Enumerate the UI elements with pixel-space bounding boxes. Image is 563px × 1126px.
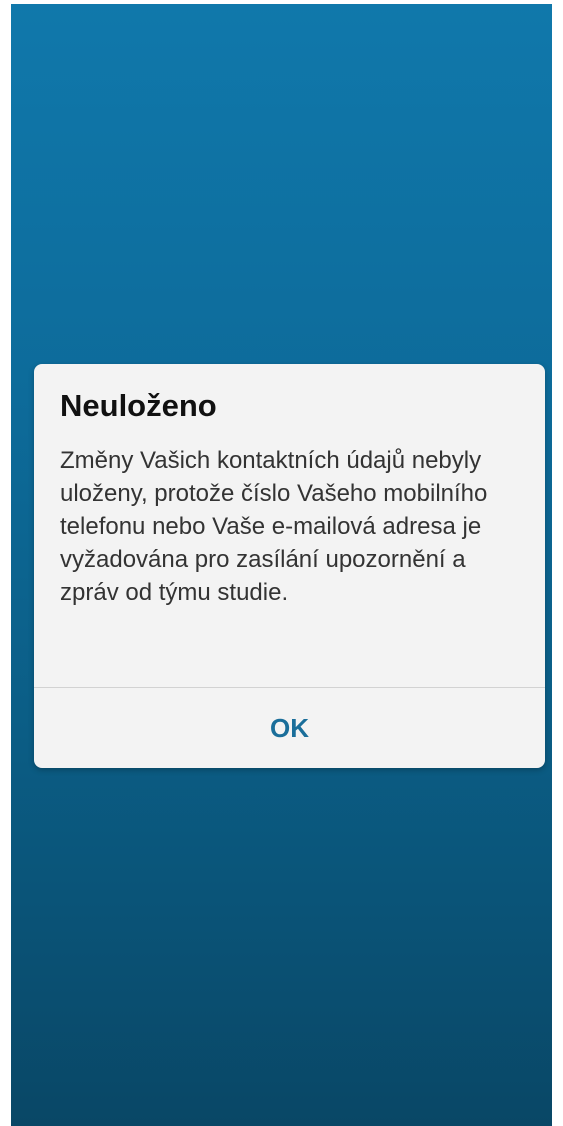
- dialog-message: Změny Vašich kontaktních údajů nebyly ul…: [60, 447, 488, 606]
- ok-button[interactable]: OK: [34, 688, 545, 768]
- alert-dialog: Neuloženo Změny Vašich kontaktních údajů…: [34, 364, 545, 768]
- dialog-title: Neuloženo: [60, 388, 217, 423]
- app-screen-background: Neuloženo Změny Vašich kontaktních údajů…: [11, 4, 552, 1126]
